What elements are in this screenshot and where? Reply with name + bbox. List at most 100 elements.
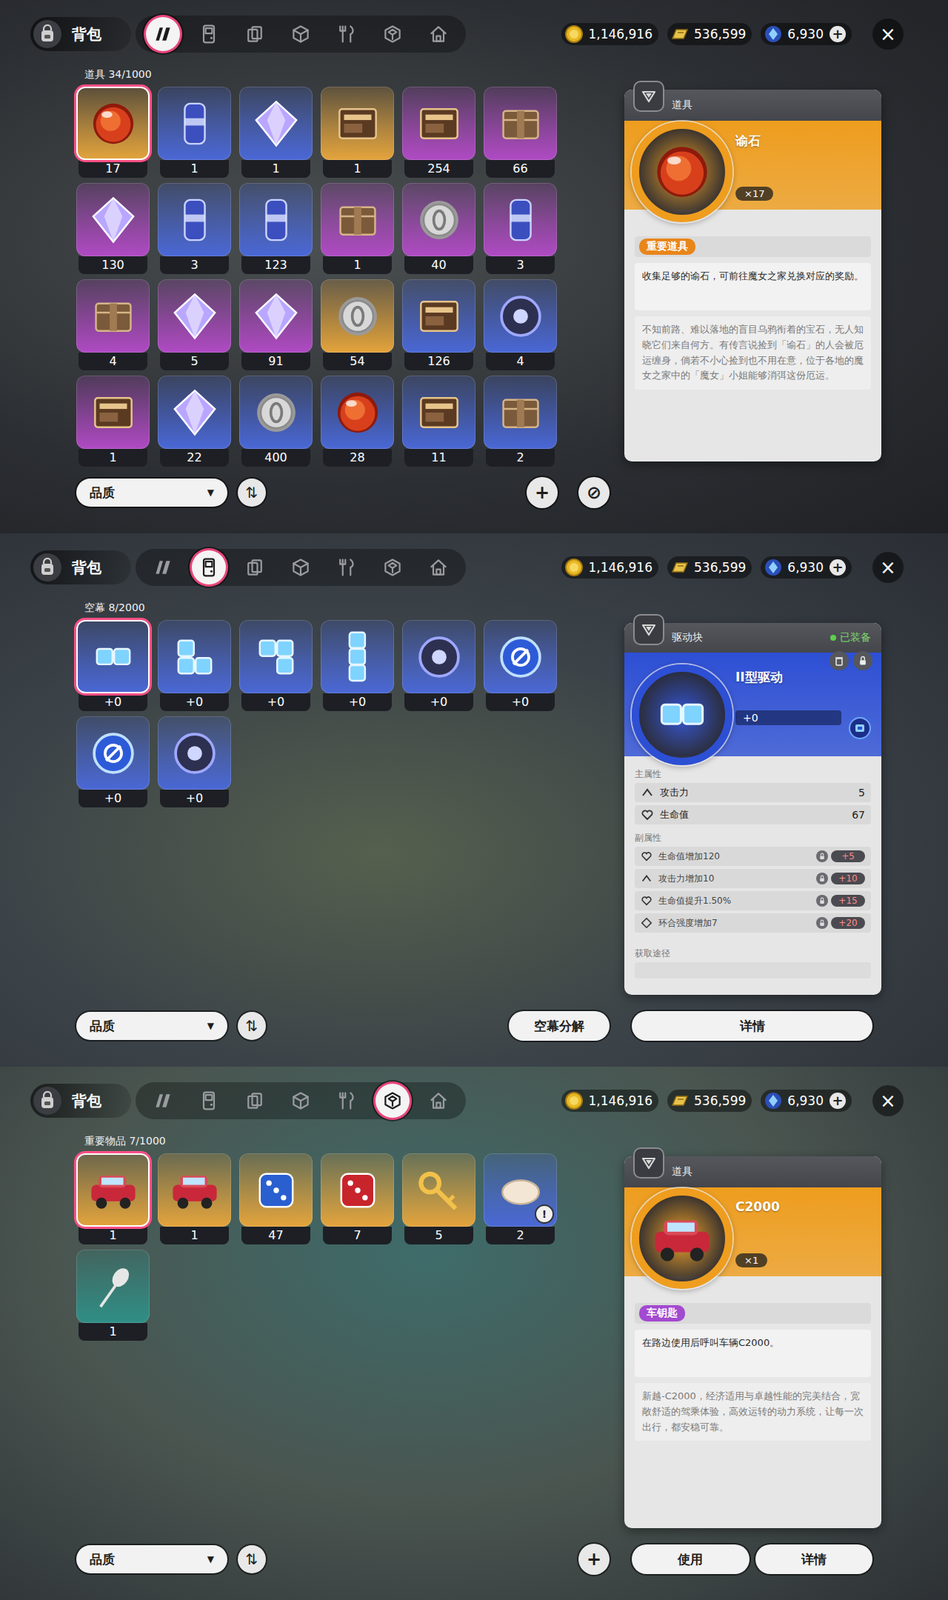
item-tile[interactable] xyxy=(320,619,395,694)
item-slot[interactable]: 40 xyxy=(402,182,476,275)
category-tab[interactable] xyxy=(191,1083,226,1118)
item-tile[interactable] xyxy=(239,375,313,449)
item-slot[interactable]: 1 xyxy=(157,86,232,178)
item-slot[interactable]: 1 xyxy=(320,86,395,178)
item-tile[interactable] xyxy=(76,279,150,353)
category-tab[interactable] xyxy=(375,550,410,585)
item-slot[interactable]: 254 xyxy=(402,86,476,178)
item-tile[interactable] xyxy=(483,375,557,449)
category-tab[interactable] xyxy=(145,17,180,52)
action-button[interactable]: 使用 xyxy=(631,1544,750,1574)
item-tile[interactable]: ! xyxy=(483,1153,557,1227)
item-slot[interactable]: +0 xyxy=(76,619,150,711)
item-slot[interactable]: 17 xyxy=(76,86,150,178)
item-slot[interactable]: 47 xyxy=(239,1153,313,1245)
item-tile[interactable] xyxy=(157,716,232,790)
sort-button[interactable]: ⇅ xyxy=(237,478,266,507)
item-slot[interactable]: 123 xyxy=(239,182,313,275)
item-slot[interactable]: !2 xyxy=(483,1153,557,1245)
item-tile[interactable] xyxy=(402,619,476,694)
item-slot[interactable]: 4 xyxy=(76,279,150,371)
item-tile[interactable] xyxy=(157,375,232,449)
item-tile[interactable] xyxy=(76,182,150,257)
item-tile[interactable] xyxy=(320,279,395,353)
quality-filter[interactable]: 品质▼ xyxy=(76,1544,228,1574)
item-slot[interactable]: +0 xyxy=(239,619,313,711)
item-slot[interactable]: 1 xyxy=(76,1153,150,1245)
lock-icon[interactable] xyxy=(853,651,873,671)
item-tile[interactable] xyxy=(157,619,232,694)
item-tile[interactable] xyxy=(76,1153,150,1227)
round-button[interactable]: + xyxy=(578,1543,610,1575)
action-button[interactable]: 详情 xyxy=(631,1010,873,1041)
item-tile[interactable] xyxy=(157,279,232,353)
item-tile[interactable] xyxy=(402,375,476,449)
item-slot[interactable]: +0 xyxy=(76,716,150,808)
item-tile[interactable] xyxy=(76,716,150,790)
item-tile[interactable] xyxy=(402,86,476,160)
item-tile[interactable] xyxy=(402,1153,476,1227)
item-tile[interactable] xyxy=(239,279,313,353)
item-slot[interactable]: 1 xyxy=(157,1153,232,1245)
category-tab[interactable] xyxy=(283,550,318,585)
item-tile[interactable] xyxy=(483,86,557,160)
item-tile[interactable] xyxy=(239,86,313,160)
add-currency-button[interactable]: + xyxy=(829,1092,846,1109)
add-currency-button[interactable]: + xyxy=(829,25,846,43)
item-slot[interactable]: 1 xyxy=(76,1249,150,1341)
item-tile[interactable] xyxy=(483,182,557,257)
item-tile[interactable] xyxy=(483,279,557,353)
action-button[interactable]: 空幕分解 xyxy=(508,1010,610,1041)
item-tile[interactable] xyxy=(157,1153,232,1227)
category-tab[interactable] xyxy=(375,17,410,52)
item-slot[interactable]: 2 xyxy=(483,375,557,467)
category-tab[interactable] xyxy=(191,17,226,52)
item-tile[interactable] xyxy=(239,1153,313,1227)
close-button[interactable]: × xyxy=(872,1085,904,1117)
close-button[interactable]: × xyxy=(872,18,904,50)
item-tile[interactable] xyxy=(320,375,395,449)
item-slot[interactable]: +0 xyxy=(157,619,232,711)
round-button[interactable]: ⊘ xyxy=(578,476,610,509)
sort-button[interactable]: ⇅ xyxy=(237,1544,266,1574)
item-slot[interactable]: 5 xyxy=(157,279,232,371)
item-slot[interactable]: 91 xyxy=(239,279,313,371)
quality-filter[interactable]: 品质▼ xyxy=(76,1011,228,1040)
quality-filter[interactable]: 品质▼ xyxy=(76,478,228,507)
category-tab[interactable] xyxy=(329,1083,364,1118)
category-tab[interactable] xyxy=(237,550,272,585)
item-slot[interactable]: 54 xyxy=(320,279,395,371)
category-tab[interactable] xyxy=(421,550,456,585)
category-tab[interactable] xyxy=(237,1083,272,1118)
trash-icon[interactable] xyxy=(829,651,849,671)
category-tab[interactable] xyxy=(329,17,364,52)
item-tile[interactable] xyxy=(76,619,150,694)
item-tile[interactable] xyxy=(76,1249,150,1323)
category-tab[interactable] xyxy=(145,550,180,585)
category-tab[interactable] xyxy=(329,550,364,585)
item-slot[interactable]: 3 xyxy=(483,182,557,275)
item-tile[interactable] xyxy=(239,619,313,694)
category-tab[interactable] xyxy=(237,17,272,52)
item-slot[interactable]: 126 xyxy=(402,279,476,371)
item-slot[interactable]: 3 xyxy=(157,182,232,275)
item-slot[interactable]: 7 xyxy=(320,1153,395,1245)
item-slot[interactable]: 1 xyxy=(76,375,150,467)
item-slot[interactable]: 1 xyxy=(320,182,395,275)
category-tab[interactable] xyxy=(421,1083,456,1118)
close-button[interactable]: × xyxy=(872,551,904,583)
item-slot[interactable]: 22 xyxy=(157,375,232,467)
category-tab[interactable] xyxy=(145,1083,180,1118)
item-slot[interactable]: +0 xyxy=(157,716,232,808)
item-tile[interactable] xyxy=(402,182,476,257)
action-button[interactable]: 详情 xyxy=(755,1544,874,1574)
item-tile[interactable] xyxy=(157,182,232,257)
add-currency-button[interactable]: + xyxy=(829,559,846,576)
item-slot[interactable]: 66 xyxy=(483,86,557,178)
category-tab[interactable] xyxy=(283,1083,318,1118)
item-slot[interactable]: 11 xyxy=(402,375,476,467)
item-tile[interactable] xyxy=(320,86,395,160)
item-tile[interactable] xyxy=(320,1153,395,1227)
item-slot[interactable]: +0 xyxy=(483,619,557,711)
item-slot[interactable]: 1 xyxy=(239,86,313,178)
